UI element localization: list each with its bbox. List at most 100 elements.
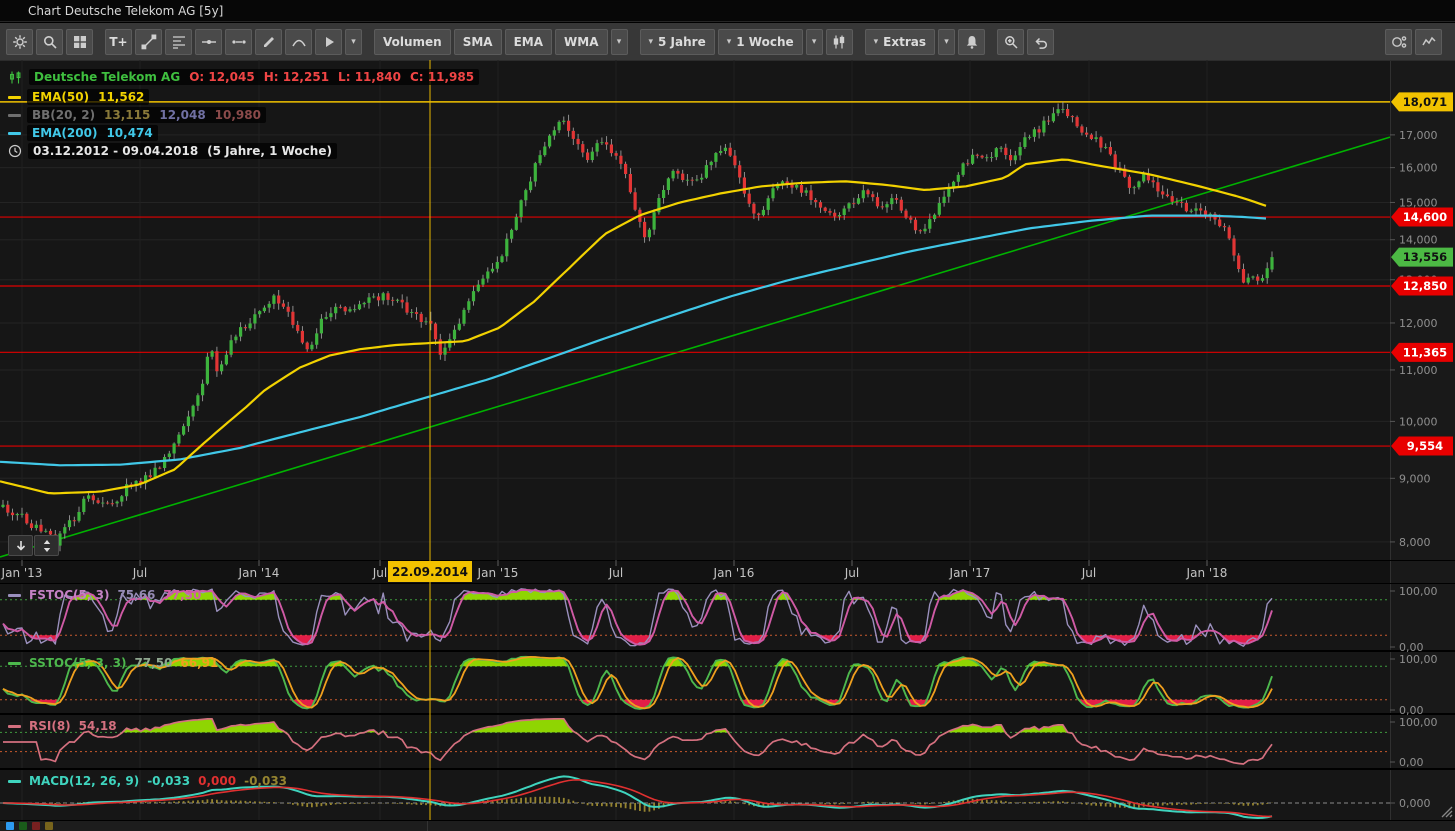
fstoc-marker — [8, 594, 21, 597]
ema200-label: EMA(200) — [32, 126, 97, 140]
pointer-tool-button[interactable] — [315, 29, 342, 55]
bb-lower: 10,980 — [215, 108, 261, 122]
expand-vertical-icon — [40, 539, 54, 553]
svg-text:18,071: 18,071 — [1403, 95, 1447, 109]
arc-tool-button[interactable] — [285, 29, 312, 55]
fstoc-axis-label: 100,00 — [1399, 585, 1438, 598]
candle-style-button[interactable] — [826, 29, 853, 55]
overlay-compare-button[interactable] — [1385, 29, 1412, 55]
y-axis-tick-label: 10,000 — [1399, 415, 1438, 428]
bb-marker — [8, 114, 21, 117]
x-axis-tick-label: Jul — [1081, 566, 1096, 580]
svg-text:22.09.2014: 22.09.2014 — [392, 565, 468, 579]
panel-separator — [0, 560, 1455, 561]
rsi-label: RSI(8) — [29, 719, 71, 733]
y-axis-tick-label: 8,000 — [1399, 536, 1431, 549]
symbol-name: Deutsche Telekom AG — [34, 70, 180, 84]
grid-icon — [72, 34, 88, 50]
wma-button[interactable]: WMA — [555, 29, 607, 55]
hline-tool-button[interactable] — [195, 29, 222, 55]
y-axis-tick-label: 15,000 — [1399, 196, 1438, 209]
svg-text:11,365: 11,365 — [1403, 345, 1447, 359]
undo-button[interactable] — [1027, 29, 1054, 55]
selected-date-tag: 22.09.2014 — [388, 561, 472, 582]
fibonacci-levels-icon — [171, 34, 187, 50]
bb-label: BB(20, 2) — [32, 108, 95, 122]
symbol-legend-row: Deutsche Telekom AG O: 12,045 H: 12,251 … — [8, 69, 479, 85]
auto-scale-button[interactable] — [34, 535, 59, 556]
trendline-tool-button[interactable] — [135, 29, 162, 55]
x-axis-tick-label: Jan '13 — [1, 566, 43, 580]
y-axis-tick-label: 17,000 — [1399, 129, 1438, 142]
chart-area: 17,00016,00015,00014,00013,00012,00011,0… — [0, 60, 1455, 820]
pen-icon — [261, 34, 277, 50]
clock-icon — [8, 144, 22, 158]
status-swatch-olive[interactable] — [45, 822, 53, 830]
price-tag: 18,071 — [1391, 92, 1453, 111]
chart-canvas[interactable]: 17,00016,00015,00014,00013,00012,00011,0… — [0, 60, 1455, 820]
ema200-value: 10,474 — [106, 126, 152, 140]
macd-signal-value: 0,000 — [198, 774, 236, 788]
volumen-button[interactable]: Volumen — [374, 29, 451, 55]
extras-button[interactable]: ▾Extras — [865, 29, 935, 55]
chevron-down-icon: ▾ — [649, 37, 654, 47]
horizontal-line-point-icon — [201, 34, 217, 50]
range-select-button[interactable]: ▾5 Jahre — [640, 29, 715, 55]
zoom-in-button[interactable] — [997, 29, 1024, 55]
x-axis-tick-label: Jan '15 — [477, 566, 519, 580]
extras-dropdown-button[interactable]: ▾ — [938, 29, 955, 55]
macd-marker — [8, 780, 21, 783]
fibonacci-tool-button[interactable] — [165, 29, 192, 55]
sstoc-k-value: 77,50 — [134, 656, 172, 670]
interval-select-button[interactable]: ▾1 Woche — [718, 29, 803, 55]
settings-button[interactable] — [6, 29, 33, 55]
candlestick-icon — [8, 70, 23, 85]
date-range: 03.12.2012 - 09.04.2018 — [33, 144, 198, 158]
pen-tool-button[interactable] — [255, 29, 282, 55]
ema-button[interactable]: EMA — [505, 29, 552, 55]
rsi-axis-label: 100,00 — [1399, 716, 1438, 729]
price-tag: 12,850 — [1391, 277, 1453, 296]
price-tag: 9,554 — [1391, 437, 1453, 456]
status-swatch-blue[interactable] — [6, 822, 14, 830]
trendline-icon — [141, 34, 157, 50]
window-titlebar: Chart Deutsche Telekom AG [5y] — [0, 0, 1455, 22]
text-tool-button[interactable]: T+ — [105, 29, 132, 55]
status-swatch-green[interactable] — [19, 822, 27, 830]
sstoc-d-value: 66,91 — [180, 656, 218, 670]
window-title: Chart Deutsche Telekom AG [5y] — [28, 4, 223, 18]
tools-dropdown-button[interactable]: ▾ — [345, 29, 362, 55]
indicators-dropdown-button[interactable]: ▾ — [611, 29, 628, 55]
search-button[interactable] — [36, 29, 63, 55]
panel-separator — [0, 713, 1455, 715]
svg-text:12,850: 12,850 — [1403, 279, 1447, 293]
chevron-down-icon: ▾ — [727, 37, 732, 47]
rsi-axis-label: 0,00 — [1399, 756, 1424, 769]
chevron-down-icon: ▾ — [812, 37, 817, 47]
sma-button[interactable]: SMA — [454, 29, 502, 55]
rsi-value: 54,18 — [79, 719, 117, 733]
panel-separator — [0, 768, 1455, 770]
scroll-down-button[interactable] — [8, 535, 33, 556]
zoom-in-icon — [1003, 34, 1019, 50]
layout-grid-button[interactable] — [66, 29, 93, 55]
chevron-down-icon: ▾ — [617, 37, 622, 47]
ohlc-low: L: 11,840 — [338, 70, 401, 84]
status-bar — [0, 820, 1455, 831]
zigzag-line-icon — [1421, 34, 1437, 50]
undo-icon — [1033, 34, 1049, 50]
bell-icon — [964, 34, 980, 50]
x-axis-tick-label: Jan '17 — [949, 566, 991, 580]
daterange-legend-row: 03.12.2012 - 09.04.2018 (5 Jahre, 1 Woch… — [8, 143, 337, 159]
ema50-value: 11,562 — [98, 90, 144, 104]
linechart-mode-button[interactable] — [1415, 29, 1442, 55]
x-axis-tick-label: Jan '18 — [1186, 566, 1228, 580]
y-axis-tick-label: 14,000 — [1399, 234, 1438, 247]
y-axis-tick-label: 16,000 — [1399, 162, 1438, 175]
sstoc-marker — [8, 662, 21, 665]
alert-button[interactable] — [958, 29, 985, 55]
status-swatch-red[interactable] — [32, 822, 40, 830]
hsegment-tool-button[interactable] — [225, 29, 252, 55]
horizontal-segment-icon — [231, 34, 247, 50]
charttype-dropdown-button[interactable]: ▾ — [806, 29, 823, 55]
